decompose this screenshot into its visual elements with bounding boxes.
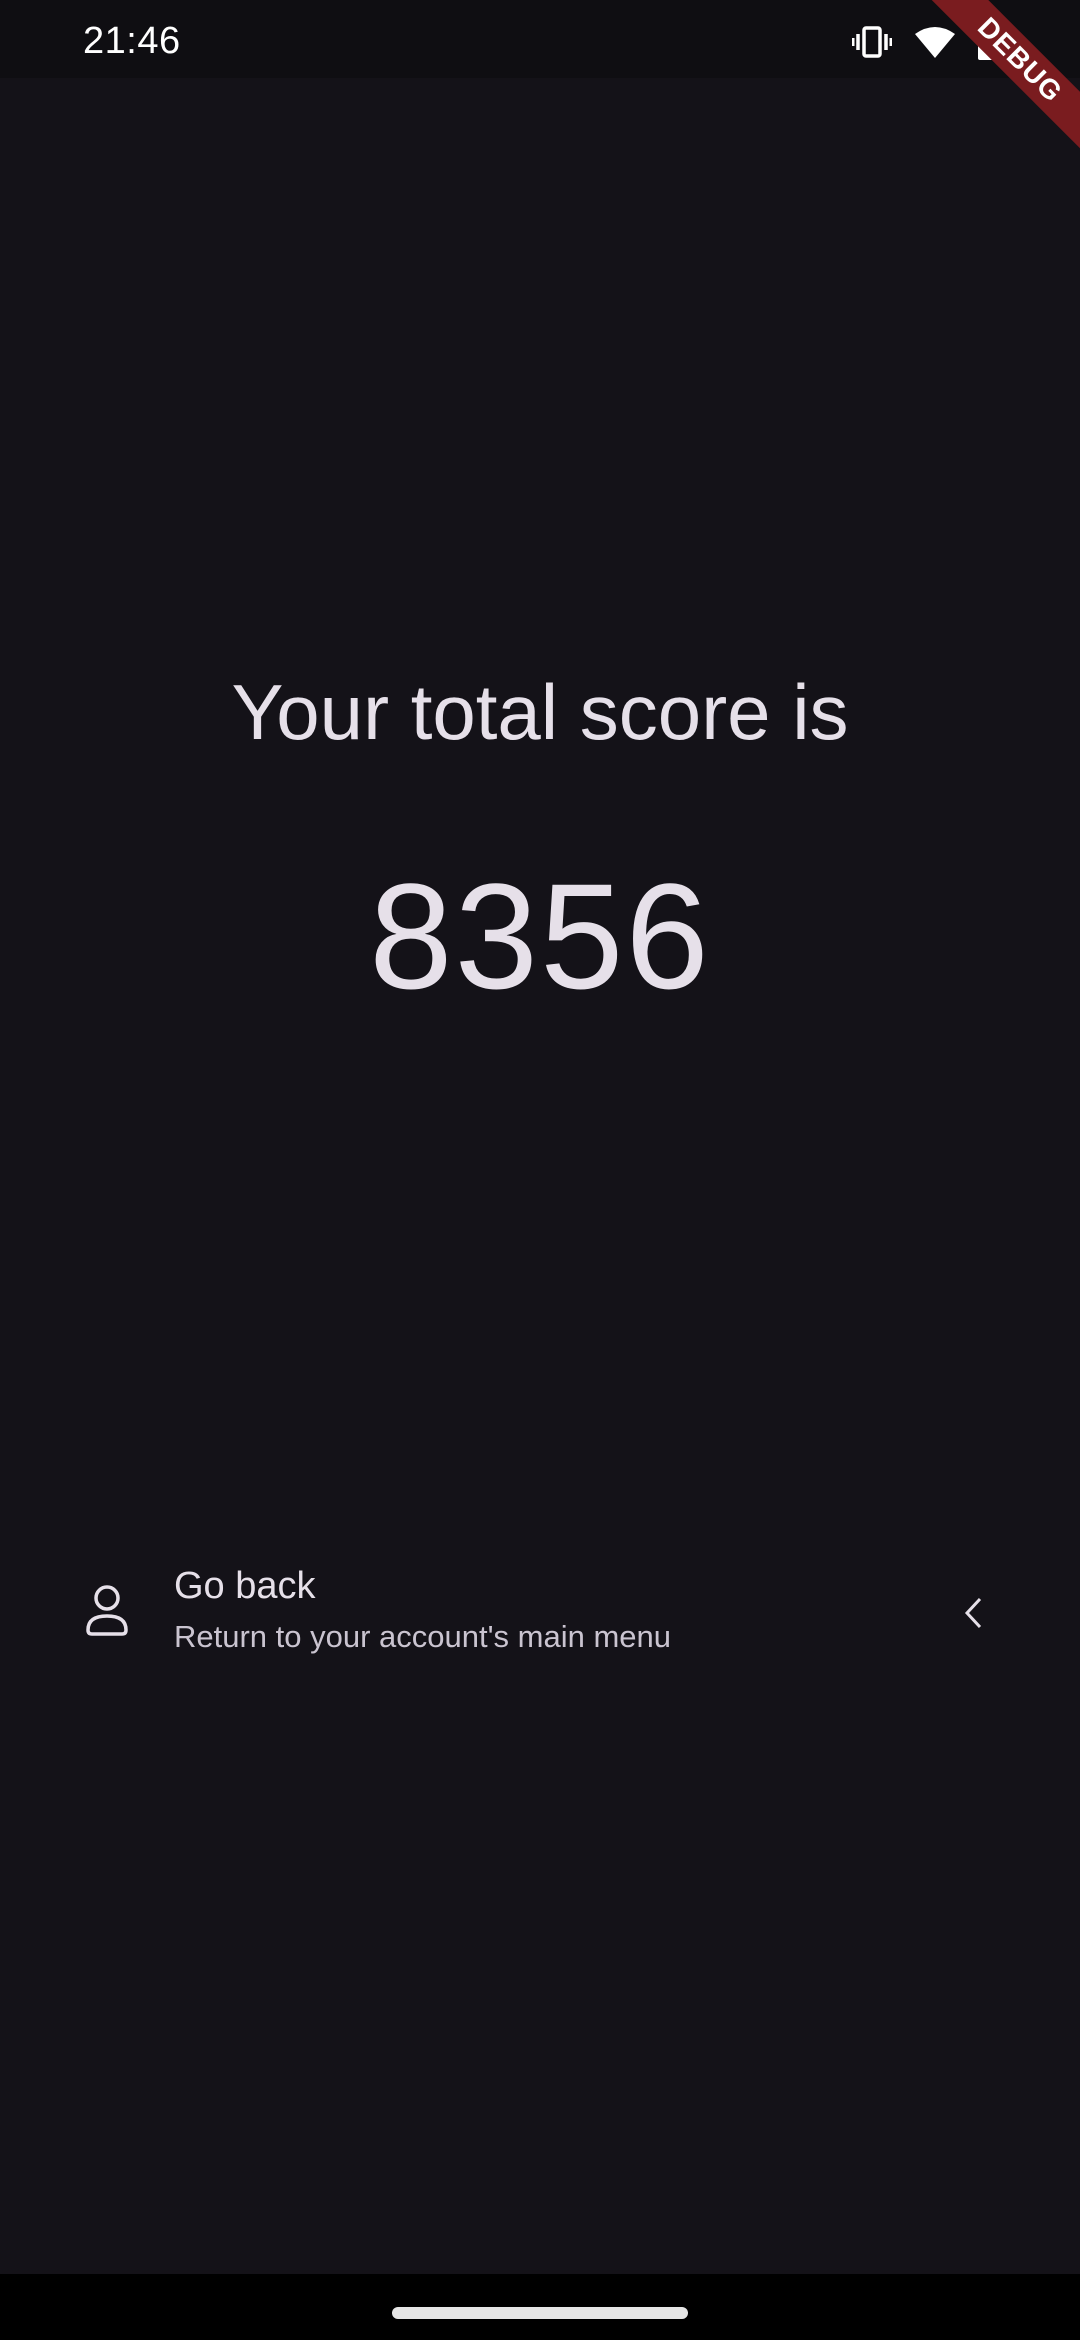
go-back-subtitle: Return to your account's main menu bbox=[174, 1619, 671, 1654]
wifi-icon bbox=[914, 25, 956, 59]
chevron-left-icon bbox=[962, 1596, 986, 1630]
person-icon bbox=[82, 1582, 132, 1638]
status-icons bbox=[852, 22, 1000, 62]
score-title: Your total score is bbox=[231, 668, 849, 756]
status-bar: 21:46 bbox=[0, 0, 1080, 78]
home-indicator[interactable] bbox=[392, 2307, 688, 2319]
vibrate-icon bbox=[852, 25, 892, 59]
score-value: 8356 bbox=[369, 852, 711, 1020]
status-time: 21:46 bbox=[83, 20, 181, 62]
battery-charging-icon bbox=[978, 24, 1000, 60]
go-back-title: Go back bbox=[174, 1565, 316, 1607]
go-back-tile[interactable]: Go back Return to your account's main me… bbox=[0, 1540, 1080, 1686]
